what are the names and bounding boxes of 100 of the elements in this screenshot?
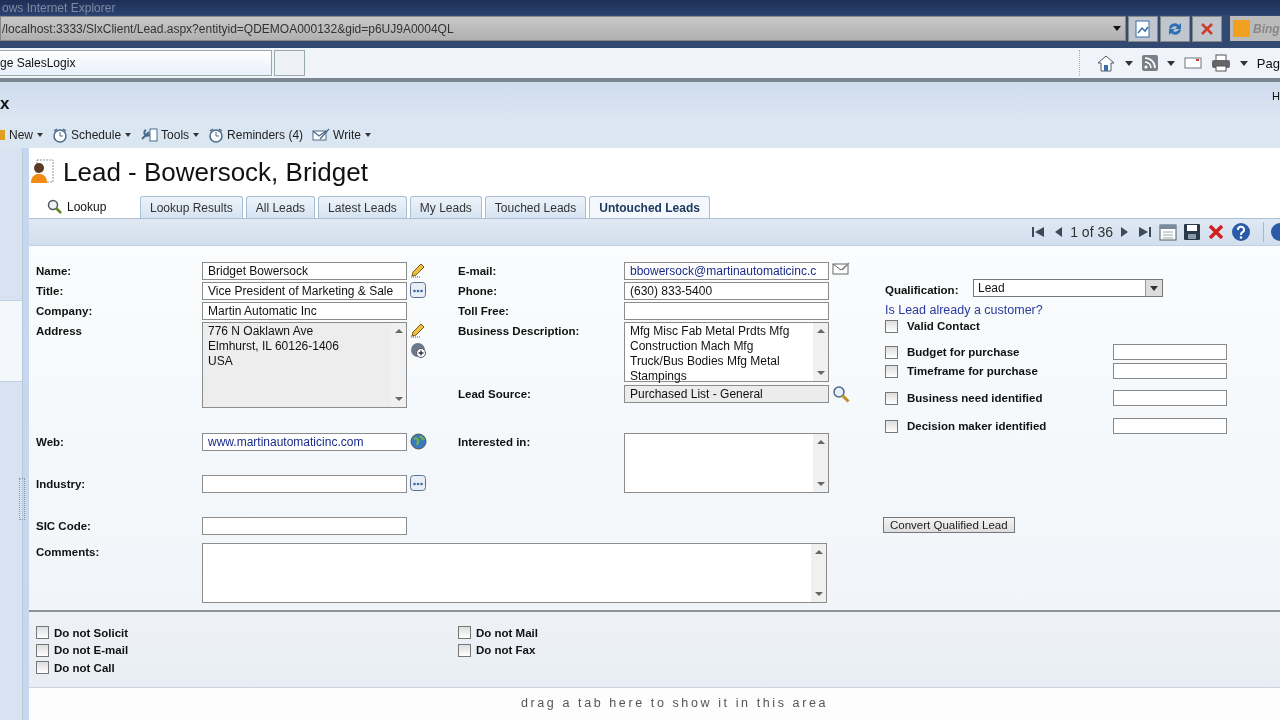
- input-field[interactable]: Martin Automatic Inc: [202, 302, 407, 320]
- search-icon[interactable]: [832, 385, 850, 403]
- link-field[interactable]: www.martinautomaticinc.com: [202, 433, 407, 451]
- tab[interactable]: Touched Leads: [484, 196, 587, 218]
- customer-link[interactable]: Is Lead already a customer?: [885, 303, 1227, 317]
- compatibility-icon[interactable]: [1128, 15, 1158, 42]
- checkbox[interactable]: [885, 419, 898, 433]
- delete-icon[interactable]: [1207, 223, 1225, 241]
- page-menu[interactable]: Pag: [1256, 55, 1280, 71]
- checkbox-label: Do not Fax: [476, 644, 536, 657]
- field-label: Phone:: [458, 284, 498, 297]
- convert-button[interactable]: Convert Qualified Lead: [883, 517, 1015, 533]
- text-area[interactable]: [624, 433, 829, 493]
- tab[interactable]: Lookup Results: [140, 196, 243, 218]
- print-icon[interactable]: [1210, 54, 1231, 72]
- text-area[interactable]: 776 N Oaklawn Ave Elmhurst, IL 60126-1406 USA: [202, 322, 407, 408]
- dropdown[interactable]: Lead: [973, 279, 1163, 297]
- checkbox-label: Valid Contact: [907, 320, 980, 332]
- tab[interactable]: Latest Leads: [318, 196, 407, 218]
- record-title: Lead - Bowersock, Bridget: [63, 156, 368, 188]
- field-label: Qualification:: [885, 282, 960, 296]
- feed-icon[interactable]: [1141, 55, 1158, 71]
- scrollbar[interactable]: [813, 323, 828, 381]
- menu-item[interactable]: Write: [312, 127, 371, 143]
- calendar-icon[interactable]: [1159, 223, 1177, 241]
- input-field[interactable]: [1113, 344, 1227, 360]
- drop-hint: drag a tab here to show it in this area: [520, 696, 829, 712]
- mail-icon[interactable]: [1183, 56, 1202, 70]
- dropdown-caret-icon[interactable]: [1124, 60, 1133, 66]
- field-label: Title:: [36, 284, 65, 297]
- close-icon[interactable]: [1192, 15, 1222, 42]
- browser-tab[interactable]: ge SalesLogix: [0, 50, 272, 76]
- menu-item[interactable]: Reminders (4): [208, 127, 304, 143]
- checkbox-label: Budget for purchase: [907, 346, 1020, 358]
- first-page-icon[interactable]: [1030, 224, 1047, 240]
- page-counter: 1 of 36: [1070, 224, 1113, 240]
- window-title: ows Internet Explorer: [1, 2, 116, 15]
- checkbox-label: Do not Solicit: [54, 626, 129, 639]
- field-label: Toll Free:: [458, 304, 510, 317]
- wrench-icon: [140, 127, 159, 143]
- checkbox-label: Decision maker identified: [907, 420, 1047, 432]
- address-field[interactable]: /localhost:3333/SlxClient/Lead.aspx?entityid=QDEMOA000132&gid=p6UJ9A0004QL: [0, 16, 1126, 41]
- envelope-pen-icon: [312, 127, 331, 143]
- field-label: Company:: [36, 304, 94, 317]
- envelope-icon[interactable]: [832, 262, 850, 276]
- input-field[interactable]: Bridget Bowersock: [202, 262, 407, 280]
- input-field[interactable]: [202, 475, 407, 493]
- alarm-clock-icon: [208, 127, 225, 143]
- field-label: Name:: [36, 264, 73, 277]
- ellipsis-button[interactable]: [410, 475, 426, 491]
- tab[interactable]: All Leads: [245, 196, 316, 218]
- field-label: Address: [36, 324, 84, 337]
- save-icon[interactable]: [1183, 223, 1201, 241]
- checkbox[interactable]: [36, 643, 49, 657]
- menu-item[interactable]: Schedule: [52, 127, 132, 143]
- checkbox[interactable]: [36, 661, 49, 675]
- checkbox[interactable]: [885, 364, 898, 378]
- field-label: Lead Source:: [458, 387, 532, 400]
- checkbox[interactable]: [458, 643, 471, 657]
- field-label: SIC Code:: [36, 519, 92, 532]
- pencil-icon[interactable]: [410, 322, 426, 338]
- input-field[interactable]: [202, 517, 407, 535]
- globe-icon[interactable]: [410, 433, 427, 450]
- menu-item[interactable]: Tools: [140, 127, 200, 143]
- header-link[interactable]: H: [1272, 90, 1280, 102]
- checkbox[interactable]: [458, 626, 471, 640]
- input-field[interactable]: [624, 302, 829, 320]
- help-icon[interactable]: [1231, 222, 1251, 242]
- input-field[interactable]: [1113, 418, 1227, 434]
- lookup-link[interactable]: Lookup: [47, 199, 137, 215]
- field-label: Business Description:: [458, 324, 581, 337]
- text-area[interactable]: [202, 543, 827, 603]
- input-field[interactable]: [1113, 363, 1227, 379]
- input-field[interactable]: Vice President of Marketing & Sale: [202, 282, 407, 300]
- last-page-icon[interactable]: [1137, 224, 1153, 240]
- app-title: x: [0, 94, 10, 114]
- add-location-icon[interactable]: [410, 342, 427, 359]
- refresh-icon[interactable]: [1160, 15, 1190, 42]
- pencil-icon[interactable]: [410, 262, 426, 278]
- checkbox-label: Do not Mail: [476, 626, 538, 639]
- input-field[interactable]: [1113, 390, 1227, 406]
- dropdown-caret-icon[interactable]: [1166, 60, 1175, 66]
- input-field[interactable]: (630) 833-5400: [624, 282, 829, 300]
- input-field[interactable]: Purchased List - General: [624, 385, 829, 403]
- dropdown-caret-icon[interactable]: [1239, 60, 1248, 66]
- field-label: E-mail:: [458, 264, 498, 277]
- checkbox[interactable]: [36, 626, 49, 640]
- checkbox[interactable]: [885, 345, 898, 359]
- scrollbar[interactable]: [813, 434, 828, 492]
- field-label: Industry:: [36, 477, 87, 490]
- tab[interactable]: Untouched Leads: [589, 196, 710, 218]
- menu-item[interactable]: New: [0, 128, 43, 142]
- link-field[interactable]: bbowersock@martinautomaticinc.c: [624, 262, 829, 280]
- checkbox[interactable]: [885, 391, 898, 405]
- home-icon[interactable]: [1095, 54, 1116, 72]
- checkbox[interactable]: [885, 319, 898, 333]
- text-area[interactable]: Mfg Misc Fab Metal Prdts Mfg Construction Mach Mfg Truck/Bus Bodies Mfg Metal Stampings: [624, 322, 829, 382]
- ellipsis-button[interactable]: [410, 282, 426, 298]
- tab[interactable]: My Leads: [409, 196, 482, 218]
- scrollbar[interactable]: [811, 544, 826, 602]
